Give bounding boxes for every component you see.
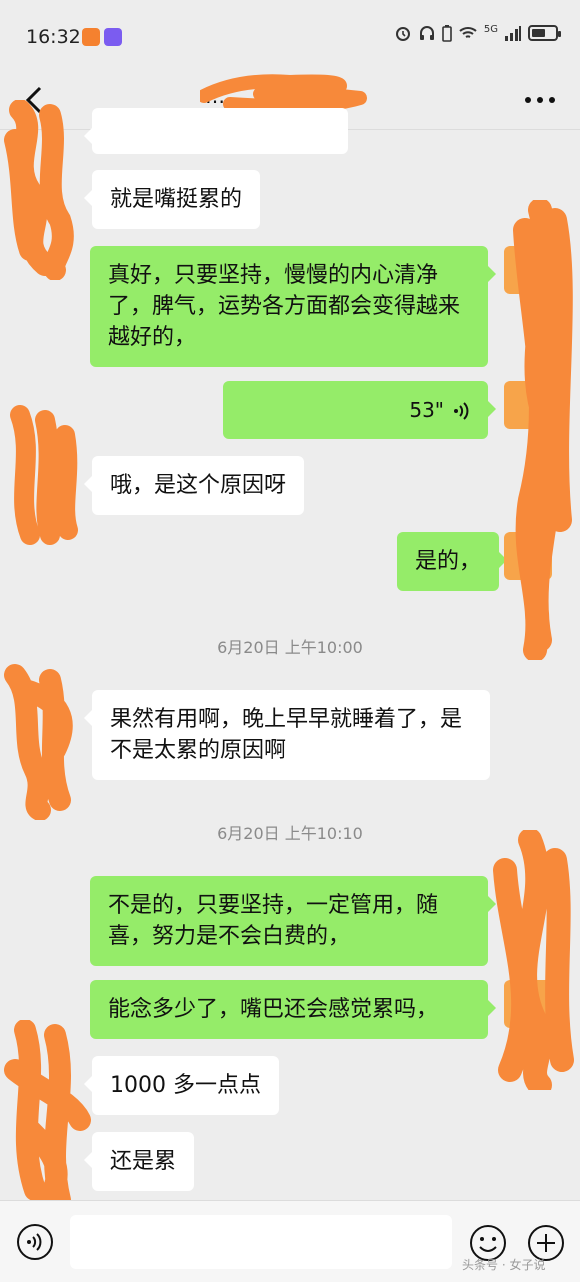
avatar[interactable]	[504, 246, 552, 294]
back-button[interactable]	[18, 82, 54, 118]
redaction-scribble	[4, 1020, 91, 1210]
message-bubble[interactable]: 是的，	[397, 532, 508, 591]
status-icons: 5G	[394, 23, 561, 42]
voice-input-icon	[17, 1224, 53, 1260]
more-button[interactable]	[520, 86, 560, 114]
status-bar: 16:32 5G	[0, 0, 580, 70]
signal-icon	[505, 26, 521, 41]
message-bubble[interactable]: 果然有用啊，晚上早早就睡着了，是不是太累的原因啊	[84, 690, 490, 780]
voice-duration: 53"	[409, 398, 444, 422]
wifi-icon	[459, 27, 477, 38]
message-bubble[interactable]: 不是的，只要坚持，一定管用，随喜，努力是不会白费的，	[90, 876, 496, 966]
voice-message-bubble[interactable]: 53"	[223, 381, 496, 439]
message-input[interactable]	[70, 1215, 452, 1269]
message-bubble[interactable]: 1000 多一点点	[84, 1056, 279, 1115]
headphones-icon	[419, 26, 434, 40]
taobao-icon	[82, 28, 100, 46]
avatar[interactable]	[504, 980, 552, 1028]
redaction-scribble	[493, 830, 574, 1090]
avatar[interactable]	[504, 381, 552, 429]
redaction-scribble	[4, 664, 73, 820]
message-timestamp: 6月20日 上午10:10	[217, 824, 363, 843]
redaction-scribble	[10, 405, 78, 545]
battery-icon	[528, 25, 561, 41]
voice-input-button[interactable]	[16, 1223, 54, 1261]
tieba-icon	[104, 28, 122, 46]
status-time: 16:32	[26, 26, 81, 48]
message-bubble-partial	[84, 108, 348, 154]
message-timestamp: 6月20日 上午10:00	[217, 638, 363, 657]
voice-wave-icon	[454, 401, 469, 420]
watermark: 头条号 · 女子说	[462, 1258, 546, 1272]
network-label: 5G	[483, 23, 498, 35]
message-bubble[interactable]: 就是嘴挺累的	[83, 170, 261, 229]
avatar[interactable]	[504, 532, 552, 580]
message-bubble[interactable]: 还是累	[83, 1132, 195, 1191]
battery-small-icon	[442, 25, 452, 42]
chevron-left-icon	[25, 86, 42, 114]
message-bubble[interactable]: 真好，只要坚持，慢慢的内心清净了，脾气，运势各方面都会变得越来越好的，	[90, 246, 496, 367]
message-bubble[interactable]: 哦，是这个原因呀	[83, 456, 305, 515]
more-dots-icon	[525, 97, 555, 103]
alarm-icon	[395, 27, 410, 41]
message-bubble[interactable]: 能念多少了，嘴巴还会感觉累吗，	[90, 980, 496, 1039]
